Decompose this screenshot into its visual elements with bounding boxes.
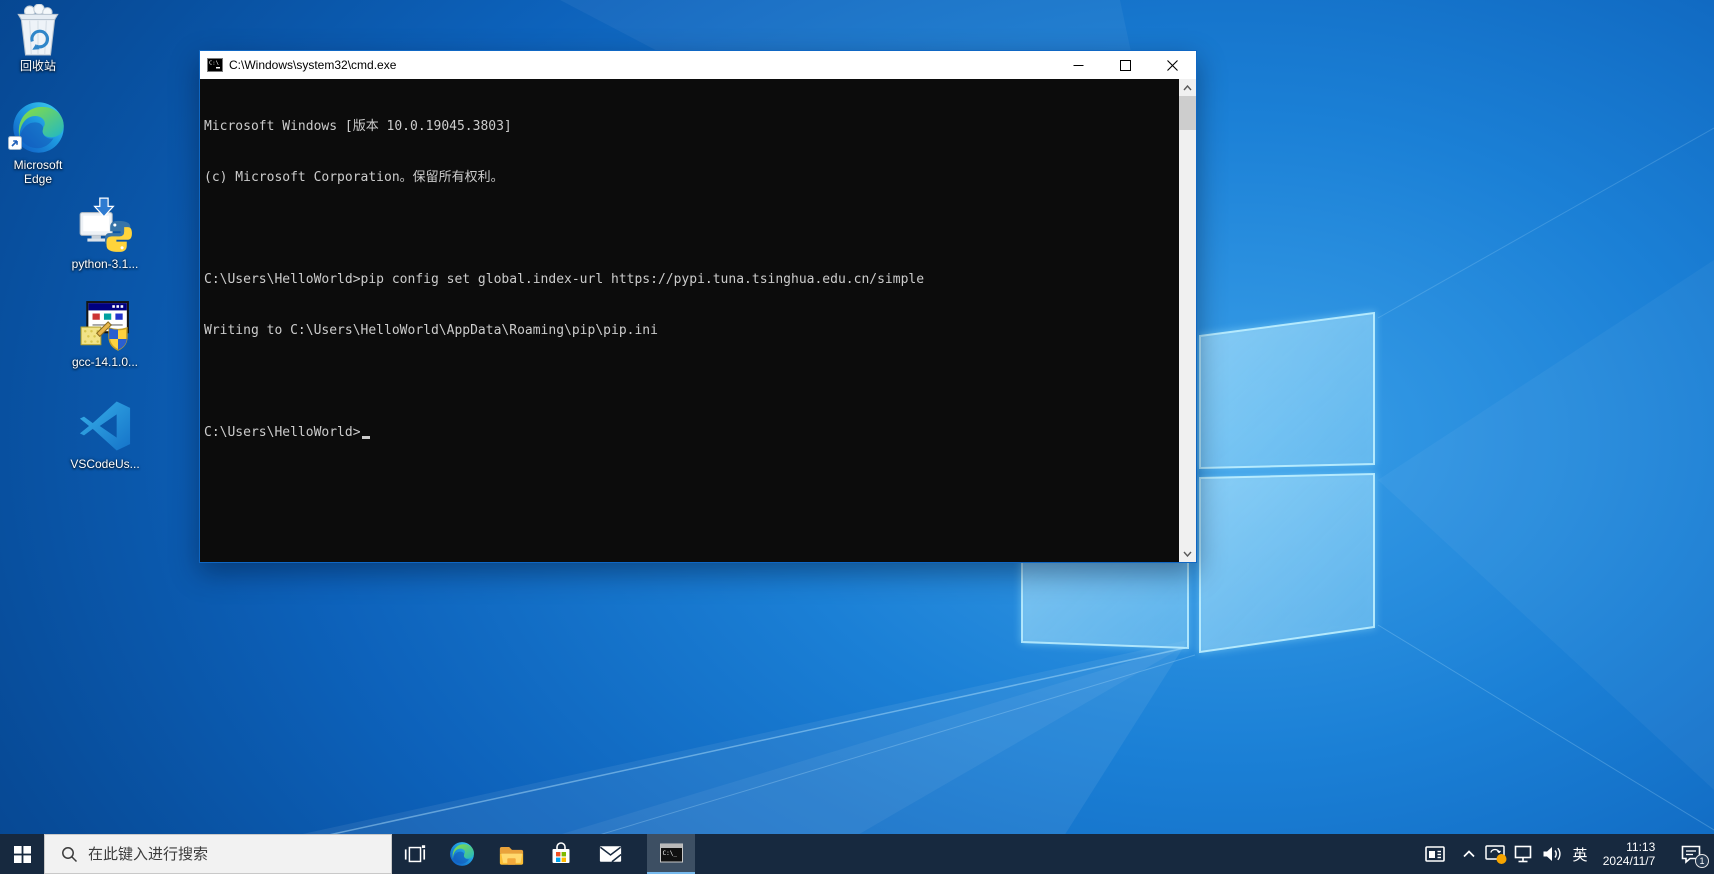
scrollbar-down-button[interactable] (1179, 545, 1196, 562)
recycle-bin-icon (0, 4, 76, 56)
system-tray: 英 11:13 2024/11/7 1 (1414, 834, 1714, 874)
ime-indicator[interactable]: 英 (1566, 834, 1594, 874)
action-center-button[interactable]: 1 (1668, 834, 1714, 874)
desktop: 回收站 (0, 0, 1714, 874)
network-icon (1513, 843, 1535, 865)
taskbar-cmd-button[interactable]: C:\_ (647, 834, 695, 874)
sync-status-icon (1484, 843, 1508, 865)
store-icon (548, 841, 574, 867)
gcc-installer-icon (67, 300, 143, 352)
maximize-button[interactable] (1102, 51, 1149, 79)
windows-logo-icon (14, 846, 31, 863)
window-titlebar[interactable]: C:\ C:\Windows\system32\cmd.exe (200, 51, 1196, 79)
mail-icon (597, 842, 624, 866)
terminal-line (204, 220, 1179, 237)
scrollbar-thumb[interactable] (1179, 96, 1196, 130)
cmd-app-icon: C:\ (207, 58, 223, 72)
close-button[interactable] (1149, 51, 1196, 79)
svg-text:C:\_: C:\_ (662, 850, 677, 857)
network-button[interactable] (1510, 834, 1538, 874)
edge-icon (0, 100, 76, 155)
start-button[interactable] (0, 834, 44, 874)
widgets-button[interactable] (1414, 834, 1456, 874)
terminal-line: Microsoft Windows [版本 10.0.19045.3803] (204, 118, 1179, 135)
desktop-icon-gcc-installer[interactable]: gcc-14.1.0... (67, 300, 143, 369)
taskbar: C:\_ (0, 834, 1714, 874)
terminal-prompt-line: C:\Users\HelloWorld> (204, 424, 1179, 441)
cmd-window: C:\ C:\Windows\system32\cmd.exe Microsof… (199, 50, 1197, 563)
volume-icon (1541, 844, 1563, 864)
cmd-icon: C:\_ (659, 842, 684, 864)
sync-status-button[interactable] (1482, 834, 1510, 874)
show-hidden-icons-button[interactable] (1456, 834, 1482, 874)
task-view-icon (402, 842, 427, 867)
terminal-output[interactable]: Microsoft Windows [版本 10.0.19045.3803] (… (200, 79, 1179, 562)
terminal-line (204, 373, 1179, 390)
svg-text:C:\: C:\ (209, 61, 219, 67)
taskbar-search-box[interactable] (44, 834, 392, 874)
clock-date: 2024/11/7 (1603, 854, 1656, 868)
terminal-line: (c) Microsoft Corporation。保留所有权利。 (204, 169, 1179, 186)
desktop-icon-label: gcc-14.1.0... (67, 355, 143, 369)
desktop-icon-label: Microsoft Edge (0, 158, 76, 186)
desktop-icon-label: 回收站 (0, 59, 76, 73)
mail-button[interactable] (586, 834, 634, 874)
terminal-cursor (362, 436, 370, 439)
search-input[interactable] (88, 846, 328, 863)
store-button[interactable] (537, 834, 585, 874)
window-title: C:\Windows\system32\cmd.exe (229, 58, 1055, 72)
terminal-line: Writing to C:\Users\HelloWorld\AppData\R… (204, 322, 1179, 339)
terminal-prompt: C:\Users\HelloWorld> (204, 424, 361, 441)
chevron-up-icon (1461, 846, 1477, 862)
terminal-scrollbar[interactable] (1179, 79, 1196, 562)
clock-time: 11:13 (1603, 840, 1656, 854)
taskbar-clock[interactable]: 11:13 2024/11/7 (1594, 834, 1668, 874)
desktop-icon-recycle-bin[interactable]: 回收站 (0, 4, 76, 73)
terminal-line: C:\Users\HelloWorld>pip config set globa… (204, 271, 1179, 288)
desktop-icon-vscode-installer[interactable]: VSCodeUs... (67, 398, 143, 471)
desktop-icon-edge[interactable]: Microsoft Edge (0, 100, 76, 186)
notification-badge: 1 (1695, 854, 1709, 868)
desktop-icon-python-installer[interactable]: python-3.1... (67, 196, 143, 271)
widgets-icon (1423, 842, 1447, 866)
file-explorer-icon (498, 842, 525, 867)
python-installer-icon (67, 196, 143, 254)
file-explorer-button[interactable] (487, 834, 535, 874)
task-view-button[interactable] (390, 834, 438, 874)
desktop-icon-label: VSCodeUs... (67, 457, 143, 471)
edge-icon (449, 841, 475, 867)
shortcut-arrow-icon (8, 136, 22, 155)
vscode-icon (67, 398, 143, 454)
desktop-icon-label: python-3.1... (67, 257, 143, 271)
search-icon (61, 846, 78, 863)
taskbar-edge-button[interactable] (438, 834, 486, 874)
volume-button[interactable] (1538, 834, 1566, 874)
minimize-button[interactable] (1055, 51, 1102, 79)
scrollbar-up-button[interactable] (1179, 79, 1196, 96)
